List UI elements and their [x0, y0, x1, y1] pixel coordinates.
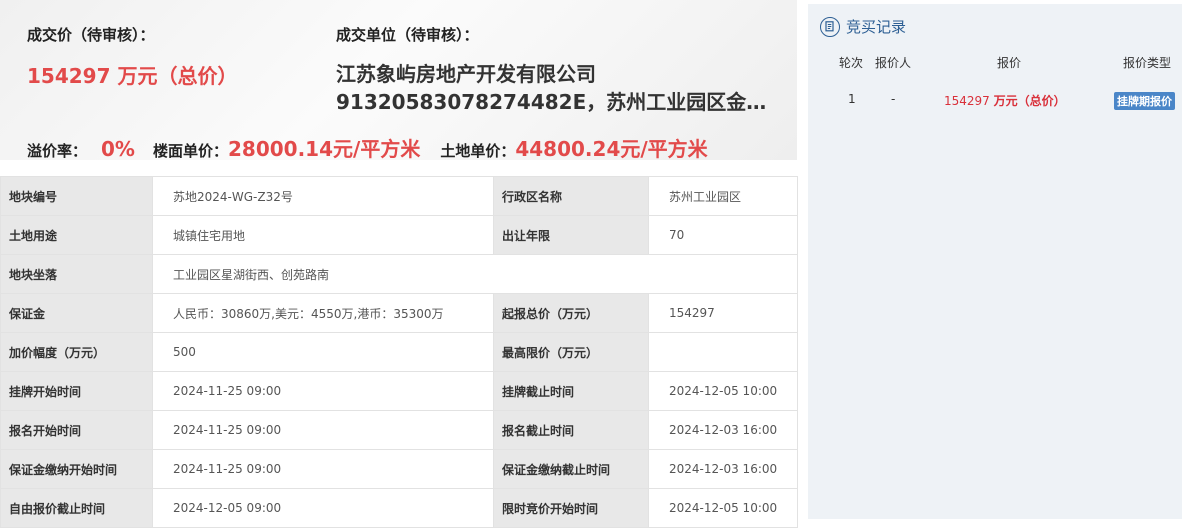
- timed-bid-start-label: 限时竞价开始时间: [493, 488, 649, 528]
- table-row: 挂牌开始时间 2024-11-25 09:00 挂牌截止时间 2024-12-0…: [0, 371, 798, 411]
- col-header-price: 报价: [997, 56, 1022, 70]
- record-price-number: 154297: [944, 94, 990, 108]
- deal-unit-label: 成交单位（待审核）：: [336, 26, 479, 44]
- district-label: 行政区名称: [493, 176, 649, 216]
- table-row: 报名开始时间 2024-11-25 09:00 报名截止时间 2024-12-0…: [0, 410, 798, 450]
- price-metrics-row: 溢价率： 0% 楼面单价： 28000.14元/平方米 土地单价： 44800.…: [27, 133, 708, 162]
- table-row: 土地用途 城镇住宅用地 出让年限 70: [0, 215, 798, 255]
- increment-value: 500: [152, 332, 494, 372]
- signup-end-value: 2024-12-03 16:00: [648, 410, 798, 450]
- listing-start-label: 挂牌开始时间: [0, 371, 153, 411]
- district-value: 苏州工业园区: [648, 176, 798, 216]
- table-row: 保证金 人民币：30860万,美元：4550万,港币：35300万 起报总价（万…: [0, 293, 798, 333]
- table-row: 加价幅度（万元） 500 最高限价（万元）: [0, 332, 798, 372]
- max-price-label: 最高限价（万元）: [493, 332, 649, 372]
- land-detail-table: 地块编号 苏地2024-WG-Z32号 行政区名称 苏州工业园区 土地用途 城镇…: [0, 176, 798, 528]
- premium-rate-value: 0%: [101, 137, 135, 161]
- company-credit-code: 91320583078274482E，苏州工业园区金鸡…: [336, 90, 786, 114]
- term-label: 出让年限: [493, 215, 649, 255]
- land-unit-price-label: 土地单价：: [440, 142, 516, 160]
- land-use-value: 城镇住宅用地: [152, 215, 494, 255]
- deposit-start-value: 2024-11-25 09:00: [152, 449, 494, 489]
- signup-end-label: 报名截止时间: [493, 410, 649, 450]
- location-label: 地块坐落: [0, 254, 153, 294]
- deal-company: 江苏象屿房地产开发有限公司 91320583078274482E，苏州工业园区金…: [336, 60, 786, 116]
- floor-unit-price-label: 楼面单价：: [152, 142, 228, 160]
- listing-end-value: 2024-12-05 10:00: [648, 371, 798, 411]
- bid-records-panel: 竞买记录 轮次 报价人 报价 报价类型 1 - 154297 万元（总价） 挂牌…: [808, 4, 1182, 519]
- table-row: 保证金缴纳开始时间 2024-11-25 09:00 保证金缴纳截止时间 202…: [0, 449, 798, 489]
- free-bid-end-value: 2024-12-05 09:00: [152, 488, 494, 528]
- deposit-end-value: 2024-12-03 16:00: [648, 449, 798, 489]
- record-bidder: -: [891, 92, 896, 106]
- record-type-badge: 挂牌期报价: [1114, 92, 1175, 110]
- floor-unit-price-value: 28000.14元/平方米: [228, 137, 421, 161]
- table-row: 地块坐落 工业园区星湖街西、创苑路南: [0, 254, 798, 294]
- start-price-label: 起报总价（万元）: [493, 293, 649, 333]
- deal-price-label: 成交价（待审核）：: [27, 26, 155, 44]
- col-header-bidder: 报价人: [875, 56, 912, 70]
- deal-summary-panel: 成交价（待审核）： 154297 万元（总价） 成交单位（待审核）： 江苏象屿房…: [0, 0, 797, 162]
- col-header-type: 报价类型: [1123, 56, 1172, 70]
- record-price-unit: 万元（总价）: [993, 94, 1066, 108]
- term-value: 70: [648, 215, 798, 255]
- premium-rate-label: 溢价率：: [27, 142, 88, 160]
- land-use-label: 土地用途: [0, 215, 153, 255]
- location-value: 工业园区星湖街西、创苑路南: [152, 254, 798, 294]
- deal-price-value: 154297 万元（总价）: [27, 64, 238, 88]
- col-header-round: 轮次: [839, 56, 864, 70]
- record-round: 1: [848, 92, 856, 106]
- plot-no-label: 地块编号: [0, 176, 153, 216]
- table-row: 自由报价截止时间 2024-12-05 09:00 限时竞价开始时间 2024-…: [0, 488, 798, 528]
- record-price: 154297 万元（总价）: [944, 92, 1066, 109]
- company-name: 江苏象屿房地产开发有限公司: [336, 62, 596, 86]
- listing-end-label: 挂牌截止时间: [493, 371, 649, 411]
- bid-records-title-text: 竞买记录: [846, 18, 907, 36]
- table-row: 地块编号 苏地2024-WG-Z32号 行政区名称 苏州工业园区: [0, 176, 798, 216]
- deposit-end-label: 保证金缴纳截止时间: [493, 449, 649, 489]
- deposit-value: 人民币：30860万,美元：4550万,港币：35300万: [152, 293, 494, 333]
- deposit-start-label: 保证金缴纳开始时间: [0, 449, 153, 489]
- signup-start-label: 报名开始时间: [0, 410, 153, 450]
- free-bid-end-label: 自由报价截止时间: [0, 488, 153, 528]
- deposit-label: 保证金: [0, 293, 153, 333]
- max-price-value: [648, 332, 798, 372]
- signup-start-value: 2024-11-25 09:00: [152, 410, 494, 450]
- start-price-value: 154297: [648, 293, 798, 333]
- timed-bid-start-value: 2024-12-05 10:00: [648, 488, 798, 528]
- increment-label: 加价幅度（万元）: [0, 332, 153, 372]
- bid-records-title: 竞买记录: [820, 16, 906, 37]
- land-unit-price-value: 44800.24元/平方米: [515, 137, 708, 161]
- listing-start-value: 2024-11-25 09:00: [152, 371, 494, 411]
- document-icon: [820, 16, 840, 37]
- plot-no-value: 苏地2024-WG-Z32号: [152, 176, 494, 216]
